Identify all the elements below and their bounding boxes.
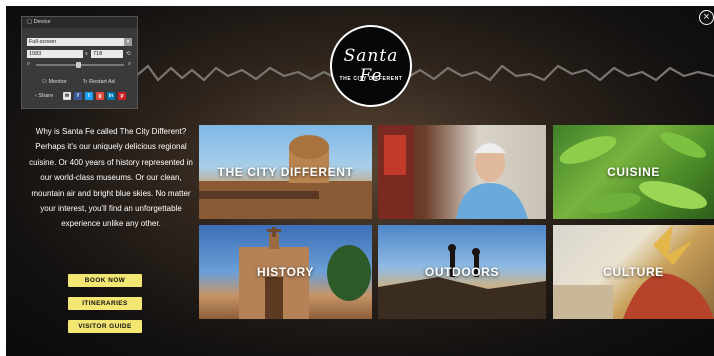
facebook-icon[interactable]: f xyxy=(74,92,82,100)
tile-culture[interactable]: CULTURE xyxy=(553,225,714,319)
google-plus-icon[interactable]: g xyxy=(96,92,104,100)
close-icon[interactable]: × xyxy=(699,10,714,25)
tile-label: CULTURE xyxy=(603,265,664,279)
device-select-value: Full-screen xyxy=(29,39,57,45)
tile-label: HISTORY xyxy=(257,265,314,279)
tile-label: CUISINE xyxy=(607,165,660,179)
zoom-slider-handle[interactable] xyxy=(76,62,81,68)
monitor-link[interactable]: ⚇ Monitor xyxy=(42,78,67,86)
zoom-out-icon[interactable]: ⌕ xyxy=(27,61,30,68)
pinterest-icon[interactable]: p xyxy=(118,92,126,100)
monitor-label: Monitor xyxy=(48,79,67,85)
email-icon[interactable]: ✉ xyxy=(63,92,71,100)
width-input[interactable]: 1083 xyxy=(27,50,83,58)
zoom-in-icon[interactable]: ⌕ xyxy=(128,61,131,68)
linkedin-icon[interactable]: in xyxy=(107,92,115,100)
tile-outdoors[interactable]: OUTDOORS xyxy=(378,225,546,319)
book-now-button[interactable]: BOOK NOW xyxy=(68,274,142,287)
device-select[interactable]: Full-screen ▾ xyxy=(27,38,132,46)
device-panel-header: ▢ Device xyxy=(22,17,137,28)
tile-history[interactable]: HISTORY xyxy=(199,225,372,319)
tile-video[interactable] xyxy=(378,125,546,219)
restart-ad-link[interactable]: ↻ Restart Ad xyxy=(83,78,115,86)
chevron-down-icon: ▾ xyxy=(124,38,132,46)
tile-city-different[interactable]: THE CITY DIFFERENT xyxy=(199,125,372,219)
share-text: Share xyxy=(38,93,54,99)
rotate-icon[interactable]: ⟲ xyxy=(126,50,131,58)
tile-label: THE CITY DIFFERENT xyxy=(217,165,354,179)
ad-stage: Santa Fe THE CITY DIFFERENT Why is Santa… xyxy=(6,6,714,356)
intro-text: Why is Santa Fe called The City Differen… xyxy=(29,127,193,229)
height-input[interactable]: 718 xyxy=(91,50,123,58)
zoom-slider[interactable] xyxy=(36,62,124,68)
itineraries-button[interactable]: ITINERARIES xyxy=(68,297,142,310)
share-label: ‹ Share xyxy=(35,92,53,100)
interview-image xyxy=(378,125,528,219)
device-panel: ▢ Device Full-screen ▾ 1083 x 718 ⟲ ⌕ ⌕ … xyxy=(21,16,138,109)
twitter-icon[interactable]: t xyxy=(85,92,93,100)
visitor-guide-button[interactable]: VISITOR GUIDE xyxy=(68,320,142,333)
device-icon: ▢ xyxy=(27,19,34,25)
dimension-separator: x xyxy=(85,51,88,57)
device-panel-title: Device xyxy=(33,19,51,25)
santa-fe-logo[interactable]: Santa Fe THE CITY DIFFERENT xyxy=(330,25,412,107)
logo-tagline: THE CITY DIFFERENT xyxy=(339,76,403,82)
tile-cuisine[interactable]: CUISINE xyxy=(553,125,714,219)
restart-label: Restart Ad xyxy=(89,79,115,85)
tile-label: OUTDOORS xyxy=(424,265,500,279)
